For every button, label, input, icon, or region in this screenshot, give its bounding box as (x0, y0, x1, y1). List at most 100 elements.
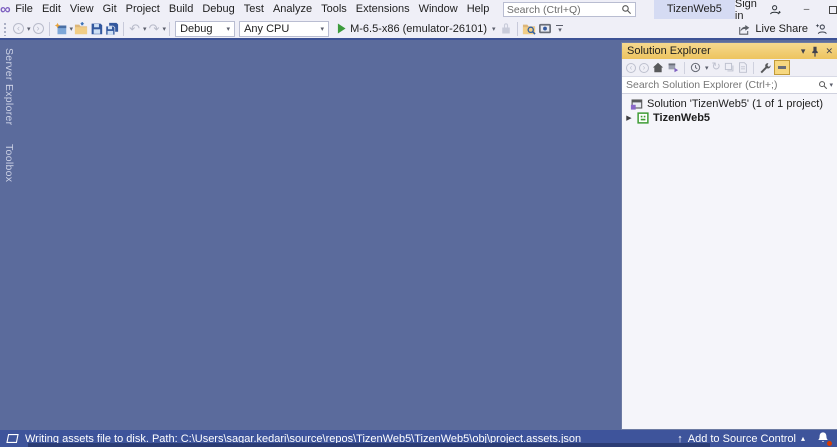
project-node-label: TizenWeb5 (653, 112, 711, 124)
se-forward-icon[interactable]: › (639, 62, 649, 73)
solution-icon (630, 98, 643, 110)
status-bar: Writing assets file to disk. Path: C:\Us… (0, 430, 837, 447)
menu-window[interactable]: Window (414, 0, 462, 19)
close-panel-icon[interactable]: ✕ (825, 43, 833, 59)
chevron-down-icon: ▾ (558, 26, 562, 34)
preview-selected-items-toggle[interactable] (773, 60, 790, 75)
menu-tools[interactable]: Tools (317, 0, 352, 19)
solution-explorer-title: Solution Explorer (627, 45, 711, 57)
toolbar-separator (169, 21, 171, 36)
menu-extensions[interactable]: Extensions (351, 0, 414, 19)
save-button[interactable] (89, 20, 104, 37)
solution-explorer-tree: Solution 'TizenWeb5' (1 of 1 project) ▶ … (622, 94, 837, 429)
preview-selected-items-icon (777, 66, 786, 69)
solution-name-label: TizenWeb5 (653, 0, 735, 19)
solution-configuration-value: Debug (180, 22, 213, 35)
menu-view[interactable]: View (65, 0, 98, 19)
toolbar-separator (516, 21, 518, 36)
toolbar-separator (48, 21, 50, 36)
solution-platform-dropdown[interactable]: Any CPU ▾ (239, 20, 330, 37)
undo-button[interactable]: ↶ (127, 20, 142, 37)
solution-configuration-dropdown[interactable]: Debug ▾ (175, 20, 236, 37)
solution-explorer-header[interactable]: Solution Explorer ▾ ✕ (622, 43, 837, 59)
show-all-files-icon (738, 62, 748, 73)
menu-build[interactable]: Build (164, 0, 197, 19)
search-icon (818, 80, 828, 90)
se-toolbar-separator (752, 61, 754, 74)
background-tasks-icon[interactable] (6, 433, 19, 444)
minimize-button[interactable]: – (793, 0, 820, 19)
live-share-button[interactable]: Live Share (738, 23, 808, 35)
visual-studio-logo-icon: ∞ (0, 1, 11, 18)
redo-caret-icon[interactable]: ▾ (163, 25, 167, 33)
source-control-caret-up-icon[interactable]: ▴ (801, 434, 805, 443)
live-share-label: Live Share (755, 22, 808, 35)
minimize-icon: – (803, 4, 810, 15)
solution-explorer-panel: Solution Explorer ▾ ✕ ‹ › ▾ ↻ Search Sol… (621, 42, 837, 430)
menu-debug[interactable]: Debug (198, 0, 239, 19)
tizen-project-icon (637, 112, 649, 124)
sidebar-tab-toolbox[interactable]: Toolbox (0, 139, 17, 187)
live-share-icon (738, 23, 751, 35)
emulator-manager-button[interactable] (537, 20, 553, 37)
home-icon[interactable] (652, 62, 664, 73)
new-project-button[interactable] (53, 20, 69, 37)
maximize-icon (829, 5, 837, 14)
undo-icon: ↶ (129, 21, 140, 36)
window-position-caret-icon[interactable]: ▾ (801, 43, 806, 59)
toolbar-overflow-button[interactable]: ▾ (553, 24, 567, 34)
find-in-files-button[interactable] (521, 20, 537, 37)
tree-row-project[interactable]: ▶ TizenWeb5 (622, 111, 837, 125)
send-feedback-button[interactable] (814, 20, 829, 37)
chevron-down-icon: ▾ (320, 25, 325, 33)
properties-wrench-icon[interactable] (759, 62, 771, 74)
navigate-back-button[interactable]: ‹ (11, 20, 26, 37)
menu-project[interactable]: Project (121, 0, 164, 19)
search-options-caret-icon[interactable]: ▾ (829, 81, 833, 89)
quick-search-input[interactable] (506, 3, 621, 16)
menu-file[interactable]: File (11, 0, 38, 19)
open-folder-icon (74, 22, 88, 35)
run-target-caret-icon[interactable]: ▾ (492, 25, 496, 33)
start-debugging-button[interactable]: M-6.5-x86 (emulator-26101) ▾ (331, 23, 498, 35)
open-file-button[interactable] (73, 20, 89, 37)
solution-explorer-search-box[interactable]: ▾ (622, 77, 837, 94)
expander-collapsed-icon[interactable]: ▶ (625, 114, 633, 122)
user-account-icon (769, 4, 781, 16)
menu-test[interactable]: Test (239, 0, 268, 19)
notifications-button[interactable] (816, 431, 833, 447)
standard-toolbar: ‹ ▾ › ▾ ↶ ▾ ↷ ▾ Debug ▾ Any CPU ▾ M-6.5-… (0, 19, 837, 40)
tree-row-solution[interactable]: Solution 'TizenWeb5' (1 of 1 project) (622, 97, 837, 111)
switch-views-icon[interactable] (667, 62, 679, 73)
pending-changes-filter-icon[interactable] (690, 62, 701, 73)
redo-button[interactable]: ↷ (147, 20, 162, 37)
run-play-icon (337, 23, 346, 34)
solution-explorer-search-input[interactable] (626, 79, 819, 91)
navigate-back-icon: ‹ (13, 23, 24, 34)
solution-platform-value: Any CPU (244, 22, 290, 35)
save-icon (90, 22, 103, 35)
menu-help[interactable]: Help (462, 0, 494, 19)
status-progress-bar (28, 443, 710, 447)
quick-search-box[interactable] (502, 2, 636, 17)
maximize-button[interactable] (820, 0, 837, 19)
menu-git[interactable]: Git (98, 0, 121, 19)
sidebar-tab-server-explorer[interactable]: Server Explorer (0, 43, 17, 130)
title-bar: ∞ File Edit View Git Project Build Debug… (0, 0, 837, 22)
new-project-icon (54, 22, 68, 36)
save-all-button[interactable] (104, 20, 120, 37)
deploy-icon (500, 22, 512, 35)
save-all-icon (105, 22, 119, 35)
se-back-icon[interactable]: ‹ (626, 62, 636, 73)
send-feedback-icon (815, 23, 828, 35)
deploy-button-disabled (499, 20, 514, 37)
left-tool-window-tabs: Server Explorer Toolbox (0, 43, 17, 188)
visual-studio-window: ∞ File Edit View Git Project Build Debug… (0, 0, 837, 447)
pin-icon[interactable] (811, 46, 819, 57)
filter-caret-icon[interactable]: ▾ (705, 64, 709, 72)
menu-edit[interactable]: Edit (37, 0, 65, 19)
search-icon (621, 4, 632, 15)
navigate-forward-button[interactable]: › (31, 20, 46, 37)
menu-analyze[interactable]: Analyze (268, 0, 316, 19)
toolbar-grip-handle[interactable] (3, 21, 8, 36)
